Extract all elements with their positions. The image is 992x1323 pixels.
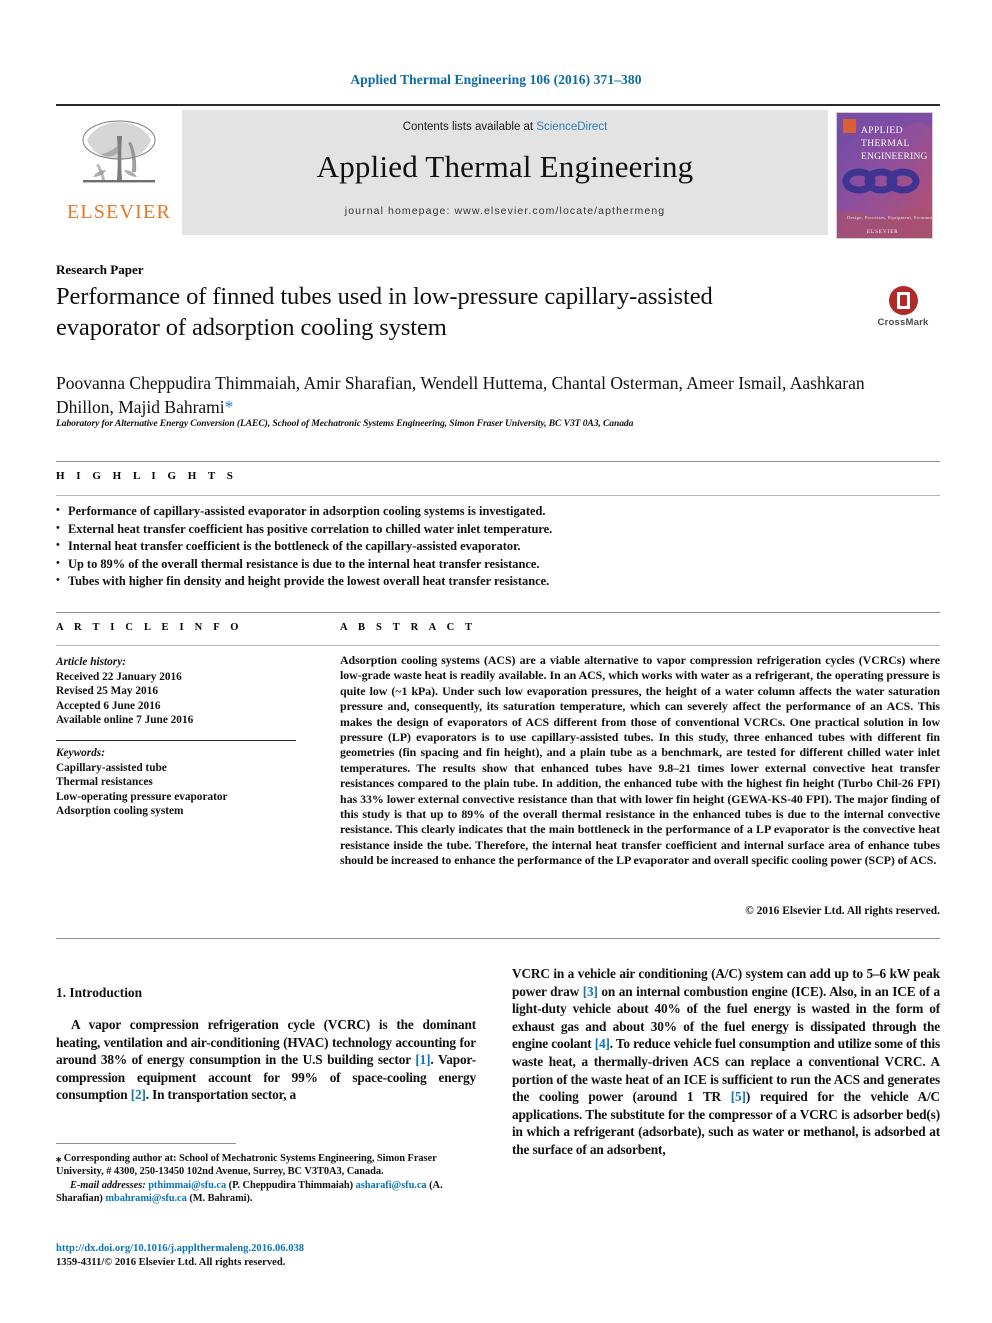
email-addresses-label: E-mail addresses: [70, 1179, 146, 1191]
journal-article-page: Applied Thermal Engineering 106 (2016) 3… [0, 0, 992, 1323]
keyword-item: Capillary-assisted tube [56, 761, 167, 774]
article-history-block: Article history: Received 22 January 201… [56, 655, 296, 819]
list-item: Tubes with higher fin density and height… [56, 572, 756, 591]
sciencedirect-link[interactable]: ScienceDirect [536, 121, 607, 133]
intro-text-a: A vapor compression refrigeration cycle … [56, 1017, 476, 1068]
info-abstract-rule [56, 645, 940, 646]
citation-ref-1[interactable]: [1] [415, 1052, 430, 1067]
article-info-heading: A R T I C L E I N F O [56, 622, 243, 633]
doi-block: http://dx.doi.org/10.1016/j.applthermale… [56, 1242, 486, 1269]
body-column-right: VCRC in a vehicle air conditioning (A/C)… [512, 965, 940, 1159]
citation-ref-4[interactable]: [4] [595, 1036, 610, 1051]
section-heading-introduction: 1. Introduction [56, 985, 143, 1000]
journal-cover-thumbnail[interactable]: APPLIED THERMAL ENGINEERING Design, Proc… [835, 112, 933, 239]
list-item: Up to 89% of the overall thermal resista… [56, 555, 756, 574]
history-received: Received 22 January 2016 [56, 670, 182, 683]
highlights-inner-rule [56, 495, 940, 496]
list-item: Performance of capillary-assisted evapor… [56, 502, 756, 521]
email-link-3[interactable]: mbahrami@sfu.ca [105, 1193, 186, 1204]
corresponding-author-marker: * [224, 397, 234, 417]
corresponding-author-note: ⁎ Corresponding author at: School of Mec… [56, 1152, 480, 1179]
issn-copyright-line: 1359-4311/© 2016 Elsevier Ltd. All right… [56, 1256, 286, 1268]
keywords-label: Keywords: [56, 746, 105, 759]
masthead-right: APPLIED THERMAL ENGINEERING Design, Proc… [828, 110, 940, 239]
keyword-item: Low-operating pressure evaporator [56, 790, 228, 803]
author-list: Poovanna Cheppudira Thimmaiah, Amir Shar… [56, 371, 916, 419]
affiliation: Laboratory for Alternative Energy Conver… [56, 418, 634, 429]
svg-text:ENGINEERING: ENGINEERING [861, 152, 928, 162]
keyword-item: Adsorption cooling system [56, 805, 184, 818]
svg-text:APPLIED: APPLIED [861, 126, 903, 136]
svg-text:ELSEVIER: ELSEVIER [867, 230, 899, 235]
publisher-logo[interactable]: ELSEVIER [56, 110, 182, 235]
corresponding-author-text: Corresponding author at: School of Mecha… [56, 1153, 437, 1178]
elsevier-wordmark: ELSEVIER [66, 201, 172, 223]
contents-prefix: Contents lists available at [402, 121, 537, 133]
abstract-copyright: © 2016 Elsevier Ltd. All rights reserved… [745, 905, 940, 917]
highlights-heading: H I G H L I G H T S [56, 470, 238, 482]
abstract-text: Adsorption cooling systems (ACS) are a v… [340, 653, 940, 868]
crossmark-label: CrossMark [877, 317, 929, 328]
journal-title: Applied Thermal Engineering [316, 149, 694, 184]
journal-masthead: ELSEVIER Contents lists available at Sci… [56, 104, 940, 239]
doi-link[interactable]: http://dx.doi.org/10.1016/j.applthermale… [56, 1242, 486, 1256]
list-item: External heat transfer coefficient has p… [56, 520, 756, 539]
body-column-left: 1. Introduction A vapor compression refr… [56, 985, 476, 1104]
abstract-bottom-rule [56, 938, 940, 939]
email-note: E-mail addresses: pthimmai@sfu.ca (P. Ch… [56, 1179, 480, 1206]
abstract-heading: A B S T R A C T [340, 622, 477, 633]
highlights-list: Performance of capillary-assisted evapor… [56, 502, 756, 591]
footnote-block: ⁎ Corresponding author at: School of Mec… [56, 1152, 480, 1206]
intro-paragraph-left: A vapor compression refrigeration cycle … [56, 1016, 476, 1104]
history-available-online: Available online 7 June 2016 [56, 714, 194, 727]
email-link-1[interactable]: pthimmai@sfu.ca [148, 1180, 226, 1191]
citation-ref-5[interactable]: [5] [731, 1089, 746, 1104]
footnote-rule [56, 1143, 236, 1144]
intro-paragraph-right: VCRC in a vehicle air conditioning (A/C)… [512, 965, 940, 1159]
author-names: Poovanna Cheppudira Thimmaiah, Amir Shar… [56, 373, 865, 417]
journal-homepage-link[interactable]: journal homepage: www.elsevier.com/locat… [345, 205, 665, 217]
elsevier-tree-icon [82, 120, 156, 183]
history-revised: Revised 25 May 2016 [56, 685, 158, 698]
article-type-label: Research Paper [56, 262, 144, 277]
crossmark-badge[interactable]: CrossMark [866, 286, 940, 328]
intro-text-c: . In transportation sector, a [145, 1087, 297, 1103]
contents-available-line: Contents lists available at ScienceDirec… [403, 121, 608, 133]
citation-ref-2[interactable]: [2] [131, 1087, 146, 1102]
email-name-3: (M. Bahrami). [189, 1193, 253, 1205]
email-name-1: (P. Cheppudira Thimmaiah) [228, 1179, 354, 1191]
highlights-bottom-rule [56, 612, 940, 613]
keyword-item: Thermal resistances [56, 776, 153, 789]
citation-ref-3[interactable]: [3] [583, 984, 598, 999]
highlights-top-rule [56, 461, 940, 462]
article-history-label: Article history: [56, 656, 126, 668]
crossmark-icon [888, 286, 918, 315]
list-item: Internal heat transfer coefficient is th… [56, 537, 756, 556]
page-title: Performance of finned tubes used in low-… [56, 283, 713, 341]
email-link-2[interactable]: asharafi@sfu.ca [356, 1180, 427, 1191]
history-accepted: Accepted 6 June 2016 [56, 699, 161, 712]
journal-cover-art: APPLIED THERMAL ENGINEERING Design, Proc… [836, 113, 932, 238]
masthead-center: Contents lists available at ScienceDirec… [182, 110, 828, 235]
keywords-rule [56, 739, 296, 741]
running-head: Applied Thermal Engineering 106 (2016) 3… [350, 72, 642, 87]
svg-text:THERMAL: THERMAL [861, 139, 910, 149]
